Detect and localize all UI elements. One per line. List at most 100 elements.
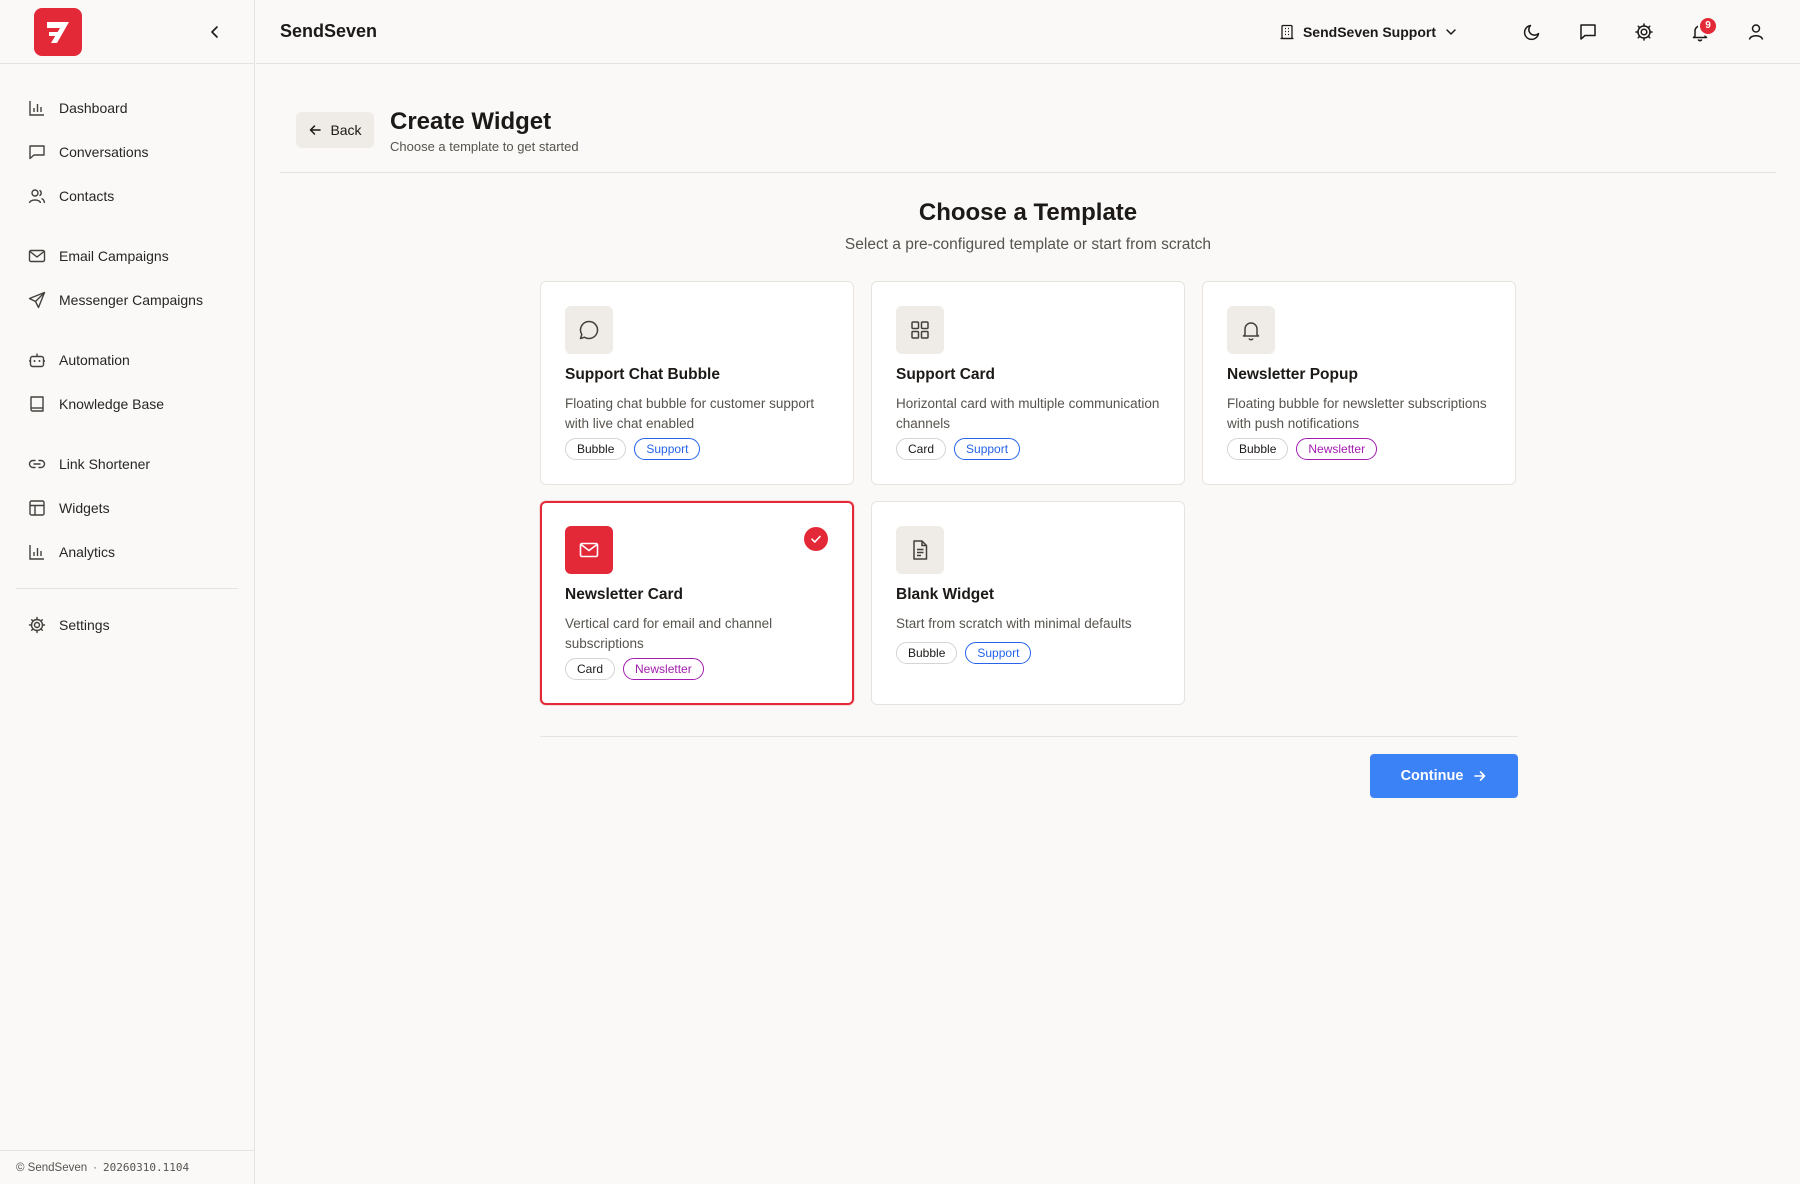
card-title: Newsletter Card: [565, 586, 684, 603]
sidebar-item-label: Conversations: [59, 144, 149, 160]
sidebar-item-settings[interactable]: Settings: [16, 603, 238, 647]
sidebar-item-widgets[interactable]: Widgets: [16, 486, 238, 530]
sidebar-footer: © SendSeven · 20260310.1104: [0, 1150, 255, 1184]
gear-icon: [28, 616, 46, 634]
notification-badge: 9: [1698, 15, 1718, 36]
nav-group-settings: Settings: [0, 603, 254, 647]
notifications-button[interactable]: 9: [1680, 12, 1720, 52]
sidebar-item-label: Knowledge Base: [59, 396, 165, 412]
card-description: Floating bubble for newsletter subscript…: [1227, 396, 1487, 431]
sidebar-item-email-campaigns[interactable]: Email Campaigns: [16, 234, 238, 278]
main-content: Back Create Widget Choose a template to …: [256, 64, 1800, 1184]
footer-separator: ·: [93, 1161, 97, 1174]
messages-button[interactable]: [1568, 12, 1608, 52]
chat-icon: [29, 145, 45, 160]
copyright-text: © SendSeven: [16, 1161, 88, 1174]
chevron-left-icon: [211, 25, 218, 38]
card-title: Support Chat Bubble: [565, 366, 720, 383]
tag-support: Support: [954, 438, 1021, 460]
bell-icon: [1242, 322, 1260, 341]
card-description: Horizontal card with multiple communicat…: [896, 396, 1160, 431]
sidebar-item-dashboard[interactable]: Dashboard: [16, 86, 238, 130]
brand-logo[interactable]: [34, 7, 82, 56]
sidebar-item-label: Widgets: [59, 500, 110, 516]
sidebar-collapse-button[interactable]: [204, 21, 226, 43]
org-name: SendSeven Support: [1302, 23, 1436, 40]
sidebar-item-label: Dashboard: [59, 100, 128, 116]
user-menu-button[interactable]: [1736, 12, 1776, 52]
grid-icon: [911, 321, 929, 339]
arrow-left-icon: [310, 125, 322, 135]
sidebar-item-conversations[interactable]: Conversations: [16, 130, 238, 174]
sidebar-item-messenger-campaigns[interactable]: Messenger Campaigns: [16, 278, 238, 322]
selected-check-icon: [804, 527, 828, 551]
tag-support: Support: [634, 438, 701, 460]
mail-icon: [579, 542, 599, 558]
chevron-down-icon: [1446, 28, 1456, 35]
file-text-icon: [913, 540, 928, 560]
card-tags: Card Newsletter: [565, 658, 704, 680]
sidebar-item-label: Email Campaigns: [59, 248, 169, 264]
back-button-label: Back: [330, 122, 362, 138]
tag-newsletter: Newsletter: [623, 658, 704, 680]
section-subtitle: Select a pre-configured template or star…: [844, 236, 1212, 253]
actions-divider: [540, 736, 1518, 737]
card-tags: Card Support: [896, 438, 1021, 460]
card-tags: Bubble Support: [565, 438, 701, 460]
org-switcher[interactable]: SendSeven Support: [1279, 24, 1458, 40]
sidebar-item-knowledge-base[interactable]: Knowledge Base: [16, 382, 238, 426]
users-icon: [28, 189, 46, 204]
sidebar-item-link-shortener[interactable]: Link Shortener: [16, 442, 238, 486]
sidebar-divider: [16, 588, 238, 589]
card-tags: Bubble Support: [896, 642, 1032, 664]
nav-group-campaigns: Email Campaigns Messenger Campaigns: [0, 234, 254, 322]
sidebar-item-contacts[interactable]: Contacts: [16, 174, 238, 218]
sidebar-header: [0, 0, 254, 64]
nav-group-tools: Link Shortener Widgets Analytics: [0, 442, 254, 574]
card-icon-wrap: [896, 306, 944, 354]
bar-chart-icon: [29, 545, 44, 560]
sidebar-item-label: Settings: [59, 617, 110, 633]
continue-button[interactable]: Continue: [1370, 754, 1518, 798]
card-icon-wrap: [1227, 306, 1275, 354]
template-card-newsletter-popup[interactable]: Newsletter Popup Floating bubble for new…: [1202, 281, 1516, 485]
back-button[interactable]: Back: [296, 112, 374, 148]
page-title: Create Widget: [390, 108, 552, 135]
template-card-support-card[interactable]: Support Card Horizontal card with multip…: [871, 281, 1185, 485]
layout-icon: [29, 500, 45, 516]
card-description: Vertical card for email and channel subs…: [565, 616, 773, 651]
tag-bubble: Bubble: [896, 642, 958, 664]
continue-button-label: Continue: [1400, 768, 1464, 784]
moon-icon: [1523, 24, 1540, 40]
mail-icon: [28, 249, 46, 263]
tag-newsletter: Newsletter: [1296, 438, 1378, 460]
tag-bubble: Bubble: [1227, 438, 1289, 460]
sidebar-nav: Dashboard Conversations Contacts Email C…: [0, 64, 254, 647]
sidebar-item-automation[interactable]: Automation: [16, 338, 238, 382]
template-card-support-chat-bubble[interactable]: Support Chat Bubble Floating chat bubble…: [540, 281, 854, 485]
arrow-right-icon: [1474, 771, 1486, 781]
bot-icon: [29, 353, 45, 368]
card-title: Support Card: [896, 366, 996, 383]
user-icon: [1748, 23, 1764, 40]
template-card-newsletter-card[interactable]: Newsletter Card Vertical card for email …: [540, 501, 854, 705]
page-subtitle: Choose a template to get started: [390, 139, 579, 154]
page-header: Back Create Widget Choose a template to …: [280, 64, 1776, 173]
topbar: SendSeven SendSeven Support 9: [256, 0, 1800, 64]
theme-toggle-button[interactable]: [1512, 12, 1552, 52]
building-icon: [1280, 24, 1294, 39]
sidebar-item-analytics[interactable]: Analytics: [16, 530, 238, 574]
template-card-blank-widget[interactable]: Blank Widget Start from scratch with min…: [871, 501, 1185, 705]
message-circle-icon: [579, 320, 599, 340]
card-title: Blank Widget: [896, 586, 995, 603]
sidebar-item-label: Link Shortener: [59, 456, 151, 472]
book-icon: [30, 396, 44, 412]
nav-group-main: Dashboard Conversations Contacts: [0, 86, 254, 218]
tag-support: Support: [965, 642, 1032, 664]
send-icon: [28, 291, 46, 309]
settings-button[interactable]: [1624, 12, 1664, 52]
card-icon-wrap: [896, 526, 944, 574]
topbar-actions: SendSeven Support 9: [1279, 12, 1776, 52]
sidebar: Dashboard Conversations Contacts Email C…: [0, 0, 255, 1184]
card-description: Start from scratch with minimal defaults: [896, 616, 1132, 631]
